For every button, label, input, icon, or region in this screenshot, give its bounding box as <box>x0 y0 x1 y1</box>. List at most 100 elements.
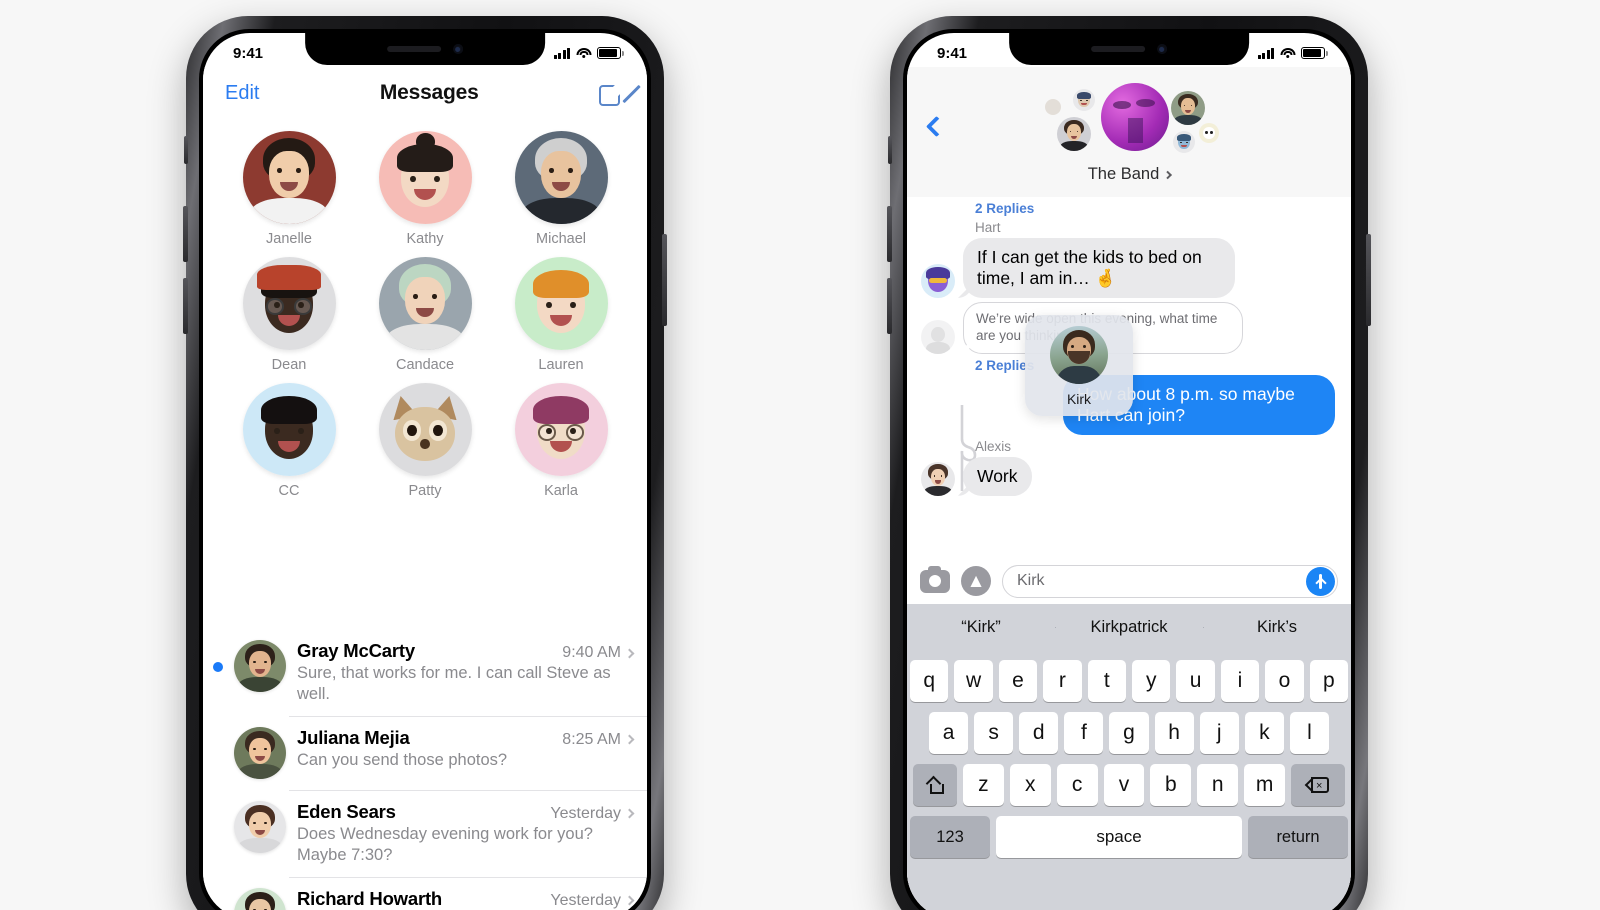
key-c[interactable]: c <box>1056 764 1098 806</box>
key-y[interactable]: y <box>1132 660 1171 702</box>
back-chevron-icon[interactable] <box>925 115 948 138</box>
conversation-row[interactable]: Eden Sears Yesterday Does Wednesday even… <box>203 789 647 877</box>
message-input-field[interactable]: Kirk <box>1002 564 1338 598</box>
key-e[interactable]: e <box>998 660 1038 702</box>
pinned-contact-kathy[interactable]: Kathy <box>370 131 480 247</box>
volume-up-button[interactable] <box>183 206 188 262</box>
power-button[interactable] <box>662 234 667 326</box>
thread-replies-count[interactable]: 2 Replies <box>975 201 1351 216</box>
group-member-avatar <box>1057 117 1091 151</box>
shift-icon[interactable] <box>913 764 957 806</box>
conversation-preview: Can you send those photos? <box>297 750 508 769</box>
prediction-option[interactable]: “Kirk” <box>907 618 1055 637</box>
pinned-contact-dean[interactable]: Dean <box>234 257 344 373</box>
pinned-contact-label: Janelle <box>266 231 312 247</box>
key-j[interactable]: j <box>1199 712 1239 754</box>
pinned-contact-michael[interactable]: Michael <box>506 131 616 247</box>
key-n[interactable]: n <box>1197 764 1239 806</box>
pinned-contact-lauren[interactable]: Lauren <box>506 257 616 373</box>
message-row-incoming: If I can get the kids to bed on time, I … <box>907 238 1351 298</box>
predictive-text-bar[interactable]: “Kirk” Kirkpatrick Kirk’s <box>907 604 1351 651</box>
key-t[interactable]: t <box>1087 660 1126 702</box>
hart-memoji <box>921 264 955 298</box>
key-k[interactable]: k <box>1244 712 1284 754</box>
silent-switch[interactable] <box>184 136 188 164</box>
right-phone-bezel: 9:41 The Band 2 Replies Hart If I can get … <box>903 29 1355 910</box>
silent-switch[interactable] <box>888 136 892 164</box>
return-key[interactable]: return <box>1248 816 1348 858</box>
key-z[interactable]: z <box>963 764 1004 806</box>
wifi-icon <box>1280 47 1295 59</box>
space-key[interactable]: space <box>996 816 1242 858</box>
group-avatar-cluster[interactable] <box>1029 81 1229 167</box>
key-v[interactable]: v <box>1103 764 1145 806</box>
key-p[interactable]: p <box>1309 660 1349 702</box>
key-h[interactable]: h <box>1154 712 1194 754</box>
front-camera-icon <box>1157 44 1167 54</box>
keyboard-row-1[interactable]: qwertyuiop <box>909 660 1349 702</box>
volume-up-button[interactable] <box>887 206 892 262</box>
keyboard-row-2[interactable]: asdfghjkl <box>910 712 1348 754</box>
key-l[interactable]: l <box>1289 712 1329 754</box>
keyboard-row-3[interactable]: zxcvbnm × <box>910 764 1348 806</box>
key-r[interactable]: r <box>1043 660 1082 702</box>
pinned-contact-cc[interactable]: CC <box>234 383 344 499</box>
key-d[interactable]: d <box>1019 712 1059 754</box>
conversation-avatar <box>234 640 286 692</box>
delete-backspace-icon[interactable]: × <box>1291 764 1346 806</box>
camera-icon[interactable] <box>920 565 950 593</box>
janelle-avatar <box>242 131 336 224</box>
mention-suggestion-popup[interactable]: Kirk <box>1025 315 1133 416</box>
message-bubble[interactable]: If I can get the kids to bed on time, I … <box>963 238 1235 298</box>
group-title[interactable]: The Band <box>1088 165 1172 184</box>
on-screen-keyboard[interactable]: qwertyuiop asdfghjkl zxcvbnm × 123 space… <box>907 651 1351 910</box>
key-u[interactable]: u <box>1176 660 1215 702</box>
pinned-conversations-grid: Janelle Kathy Michael Dean Candace Lauren CC Pa… <box>203 119 647 515</box>
message-input-value: Kirk <box>1017 572 1045 589</box>
prediction-option[interactable]: Kirkpatrick <box>1055 618 1203 637</box>
key-o[interactable]: o <box>1265 660 1304 702</box>
conversation-row[interactable]: Richard Howarth Yesterday <box>203 876 647 910</box>
volume-down-button[interactable] <box>887 278 892 334</box>
key-a[interactable]: a <box>929 712 969 754</box>
pinned-contact-patty[interactable]: Patty <box>370 383 480 499</box>
edit-button[interactable]: Edit <box>225 82 259 105</box>
pinned-contact-label: Lauren <box>538 357 584 373</box>
key-i[interactable]: i <box>1220 660 1260 702</box>
prediction-option[interactable]: Kirk’s <box>1203 618 1351 637</box>
candace-avatar <box>378 257 472 350</box>
battery-icon <box>597 47 624 59</box>
key-g[interactable]: g <box>1109 712 1149 754</box>
status-indicators <box>1257 47 1328 59</box>
send-arrow-icon[interactable] <box>1306 566 1335 596</box>
lauren-avatar <box>514 257 608 350</box>
power-button[interactable] <box>1366 234 1371 326</box>
cellular-bars-icon <box>553 47 570 59</box>
key-w[interactable]: w <box>954 660 993 702</box>
conversation-list[interactable]: Gray McCarty 9:40 AM Sure, that works fo… <box>203 629 647 910</box>
pinned-contact-janelle[interactable]: Janelle <box>234 131 344 247</box>
key-q[interactable]: q <box>909 660 949 702</box>
pinned-contact-karla[interactable]: Karla <box>506 383 616 499</box>
key-m[interactable]: m <box>1244 764 1286 806</box>
unread-dot <box>213 662 223 672</box>
keyboard-row-4[interactable]: 123 space return <box>910 816 1348 858</box>
app-store-icon[interactable]: ▲ <box>961 566 991 596</box>
key-b[interactable]: b <box>1150 764 1192 806</box>
conversation-row[interactable]: Juliana Mejia 8:25 AM Can you send those… <box>203 715 647 790</box>
chevron-right-icon <box>624 808 635 819</box>
key-x[interactable]: x <box>1009 764 1051 806</box>
group-member-avatar <box>1073 89 1095 111</box>
pinned-contact-candace[interactable]: Candace <box>370 257 480 373</box>
conversation-name: Eden Sears <box>297 800 396 822</box>
conversation-row[interactable]: Gray McCarty 9:40 AM Sure, that works fo… <box>203 629 647 716</box>
numbers-key[interactable]: 123 <box>910 816 990 858</box>
key-s[interactable]: s <box>974 712 1014 754</box>
message-bubble[interactable]: Work <box>963 456 1032 496</box>
volume-down-button[interactable] <box>183 278 188 334</box>
conversation-preview: Does Wednesday evening work for you? May… <box>297 824 593 864</box>
unread-dot <box>213 823 223 833</box>
conversation-name: Juliana Mejia <box>297 726 410 748</box>
compose-icon[interactable] <box>598 80 641 106</box>
key-f[interactable]: f <box>1064 712 1104 754</box>
